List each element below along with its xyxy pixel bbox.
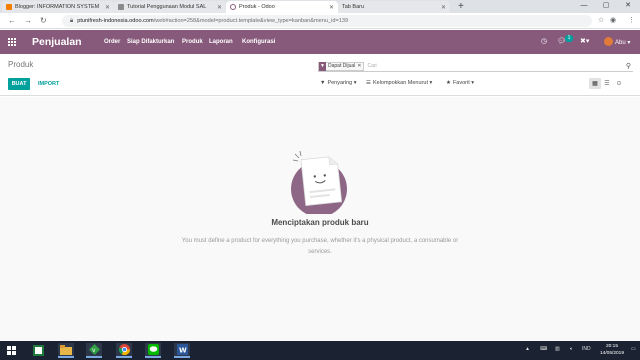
create-button[interactable]: BUAT [8, 78, 30, 90]
activity-clock-icon[interactable]: ◷ [541, 37, 547, 47]
kanban-empty-state: Menciptakan produk baru You must define … [0, 97, 640, 341]
groupby-dropdown[interactable]: ☰ Kelompokkan Menurut ▾ [366, 80, 432, 86]
favorites-dropdown[interactable]: ★ Favorit ▾ [446, 80, 474, 86]
forward-icon[interactable]: → [24, 16, 32, 26]
chat-count-badge: 1 [565, 35, 573, 42]
windows-start-icon[interactable] [3, 343, 19, 358]
volume-icon[interactable]: 🔈︎ [570, 346, 573, 352]
menu-siap-difakturkan[interactable]: Siap Difakturkan [127, 38, 174, 47]
filter-icon: ▼ [320, 80, 326, 86]
search-bar[interactable]: ▼ Dapat Dijual ✕ Cari ⚲ [318, 61, 633, 72]
keyboard-icon[interactable]: ⌨ [540, 346, 547, 352]
menu-icon[interactable]: ⋮ [628, 16, 635, 26]
browser-tab-active[interactable]: Produk - Odoo ✕ [226, 1, 338, 13]
avatar[interactable] [604, 37, 613, 46]
menu-order[interactable]: Order [104, 38, 120, 47]
reload-icon[interactable]: ↻ [40, 16, 47, 26]
close-icon[interactable]: ✕ [105, 4, 110, 11]
svg-text:v: v [92, 347, 96, 354]
menu-produk[interactable]: Produk [182, 38, 203, 47]
menu-laporan[interactable]: Laporan [209, 38, 233, 47]
empty-state-title: Menciptakan produk baru [271, 218, 369, 227]
empty-state-text: You must define a product for everything… [181, 238, 459, 255]
search-icon[interactable]: ⚲ [626, 62, 631, 70]
minimize-button[interactable]: — [573, 0, 595, 13]
lock-icon: 🔒︎ [70, 17, 74, 24]
list-view-icon[interactable]: ☰ [601, 78, 613, 89]
activity-view-icon[interactable]: ⊙ [613, 78, 625, 89]
notifications-icon[interactable]: ▭ [631, 346, 636, 352]
search-input[interactable]: Cari [367, 63, 376, 69]
list-icon: ☰ [366, 80, 371, 86]
network-icon[interactable]: ▥ [555, 346, 560, 352]
address-bar: ← → ↻ 🔒︎ ptunifresh-indonesia.odoo.com /… [0, 13, 640, 29]
kanban-view-icon[interactable]: ▦ [589, 78, 601, 89]
facet-label: Dapat Dijual [328, 63, 356, 69]
browser-tab[interactable]: Tutorial Penggunaan Modul SAL ✕ [114, 1, 226, 13]
close-window-button[interactable]: ✕ [617, 0, 639, 13]
language-indicator[interactable]: IND [582, 346, 591, 352]
system-clock[interactable]: 20:15 14/05/2019 [596, 343, 628, 357]
menu-konfigurasi[interactable]: Konfigurasi [242, 38, 275, 47]
gvim-icon[interactable]: v [86, 343, 102, 358]
url-host: ptunifresh-indonesia.odoo.com [77, 18, 154, 24]
back-icon[interactable]: ← [8, 16, 16, 26]
browser-tab[interactable]: Tab Baru ✕ [338, 1, 450, 13]
close-icon[interactable]: ✕ [217, 4, 222, 11]
screen: Blogger: INFORMATION SYSTEM ✕ Tutorial P… [0, 0, 640, 360]
filters-label: Penyaring [327, 80, 353, 86]
url-path: /web#action=258&model=product.template&v… [153, 18, 349, 24]
close-icon[interactable]: ✕ [329, 4, 334, 11]
odoo-icon [230, 4, 236, 10]
debug-tools-icon[interactable]: ✖▾ [580, 37, 589, 47]
filters-dropdown[interactable]: ▼ Penyaring ▾ [320, 80, 357, 86]
new-product-illustration-icon [291, 150, 347, 214]
user-menu[interactable]: Abu ▾ [615, 38, 630, 48]
tray-expand-icon[interactable]: ▲ [525, 346, 530, 352]
new-tab-button[interactable]: + [458, 1, 464, 12]
star-icon[interactable]: ☆ [598, 16, 604, 26]
view-switcher: ▦ ☰ ⊙ [589, 78, 625, 89]
apps-menu-icon[interactable] [8, 38, 16, 46]
clock-date: 14/05/2019 [599, 351, 624, 356]
import-button[interactable]: IMPORT [38, 81, 59, 87]
word-doc-icon[interactable]: W [174, 343, 190, 358]
url-input[interactable]: 🔒︎ ptunifresh-indonesia.odoo.com /web#ac… [62, 15, 592, 27]
file-explorer-icon[interactable] [58, 343, 74, 358]
favorites-label: Favorit [452, 80, 470, 86]
control-panel: Produk ▼ Dapat Dijual ✕ Cari ⚲ BUAT IMPO… [0, 54, 640, 96]
maximize-button[interactable]: ▢ [595, 0, 617, 13]
remove-facet-icon[interactable]: ✕ [357, 63, 363, 69]
groupby-label: Kelompokkan Menurut [372, 80, 428, 86]
browser-tab-strip: Blogger: INFORMATION SYSTEM ✕ Tutorial P… [0, 0, 640, 13]
extension-icon[interactable]: ◉ [610, 16, 616, 26]
word-icon[interactable] [30, 343, 46, 358]
odoo-navbar: Penjualan Order Siap Difakturkan Produk … [0, 30, 640, 54]
taskbar: v W ▲ ⌨ ▥ 🔈︎ IND 20:15 14/05/2019 ▭ [0, 341, 640, 360]
star-icon: ★ [446, 80, 451, 86]
svg-text:W: W [179, 347, 187, 355]
search-facet[interactable]: ▼ Dapat Dijual ✕ [318, 61, 365, 71]
clock-time: 20:15 [605, 344, 618, 349]
blogger-icon [6, 4, 12, 10]
graph-icon [118, 4, 124, 10]
user-name: Abu [615, 40, 626, 46]
close-icon[interactable]: ✕ [441, 4, 446, 11]
line-icon[interactable] [145, 343, 161, 358]
browser-tab[interactable]: Blogger: INFORMATION SYSTEM ✕ [2, 1, 114, 13]
breadcrumb: Produk [8, 60, 34, 69]
filter-icon: ▼ [319, 61, 326, 71]
app-title: Penjualan [32, 36, 82, 48]
chrome-icon[interactable] [116, 343, 132, 358]
